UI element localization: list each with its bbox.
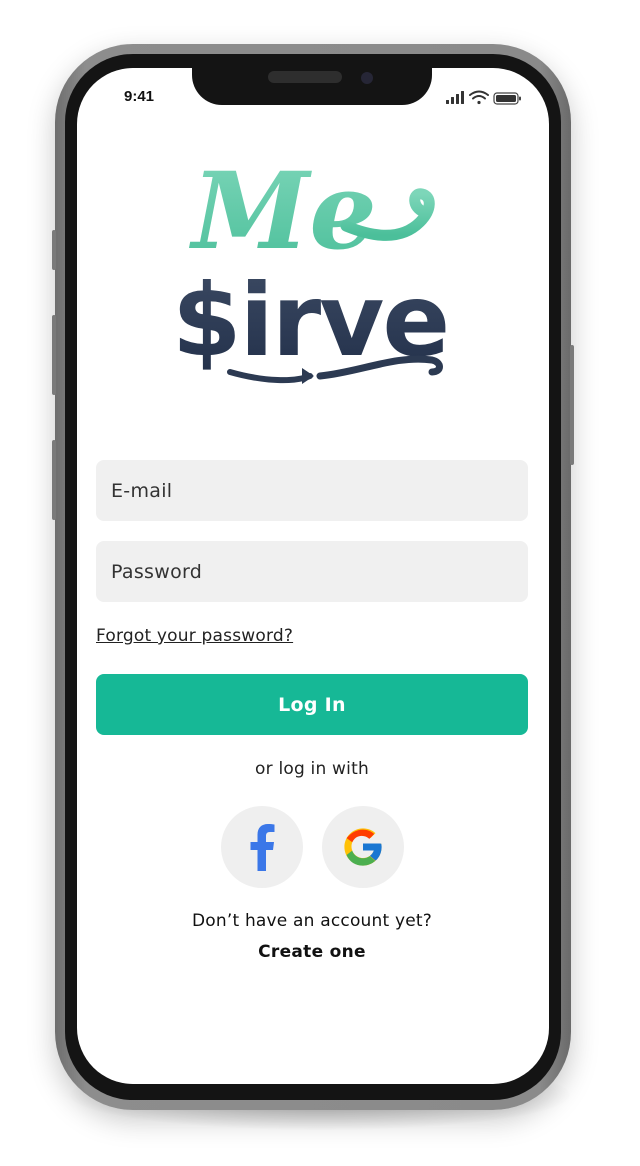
password-placeholder: Password: [111, 560, 203, 583]
wifi-icon: [469, 90, 489, 105]
password-field[interactable]: Password: [96, 541, 528, 602]
phone-volume-down: [52, 440, 56, 520]
facebook-icon: [250, 824, 275, 871]
logo-word-me: Me: [189, 150, 377, 273]
google-icon: [344, 828, 382, 866]
status-icons: [446, 90, 521, 105]
phone-power-button: [570, 345, 574, 465]
create-account-link[interactable]: Create one: [96, 942, 528, 962]
mesirve-logo: Me $irve: [172, 150, 450, 384]
speaker-grille: [268, 71, 342, 83]
signal-icon: [446, 91, 464, 104]
battery-icon: [493, 92, 521, 105]
email-placeholder: E-mail: [111, 479, 173, 502]
phone-volume-up: [52, 315, 56, 395]
forgot-password-link[interactable]: Forgot your password?: [96, 626, 293, 646]
login-button-label: Log In: [278, 693, 346, 716]
signup-prompt: Don’t have an account yet?: [192, 911, 432, 931]
login-button[interactable]: Log In: [96, 674, 528, 735]
front-camera: [361, 72, 373, 84]
google-login-button[interactable]: [322, 806, 404, 888]
status-time: 9:41: [124, 88, 155, 105]
social-login-label: or log in with: [255, 759, 369, 779]
facebook-login-button[interactable]: [221, 806, 303, 888]
phone-side-button: [52, 230, 56, 270]
email-field[interactable]: E-mail: [96, 460, 528, 521]
